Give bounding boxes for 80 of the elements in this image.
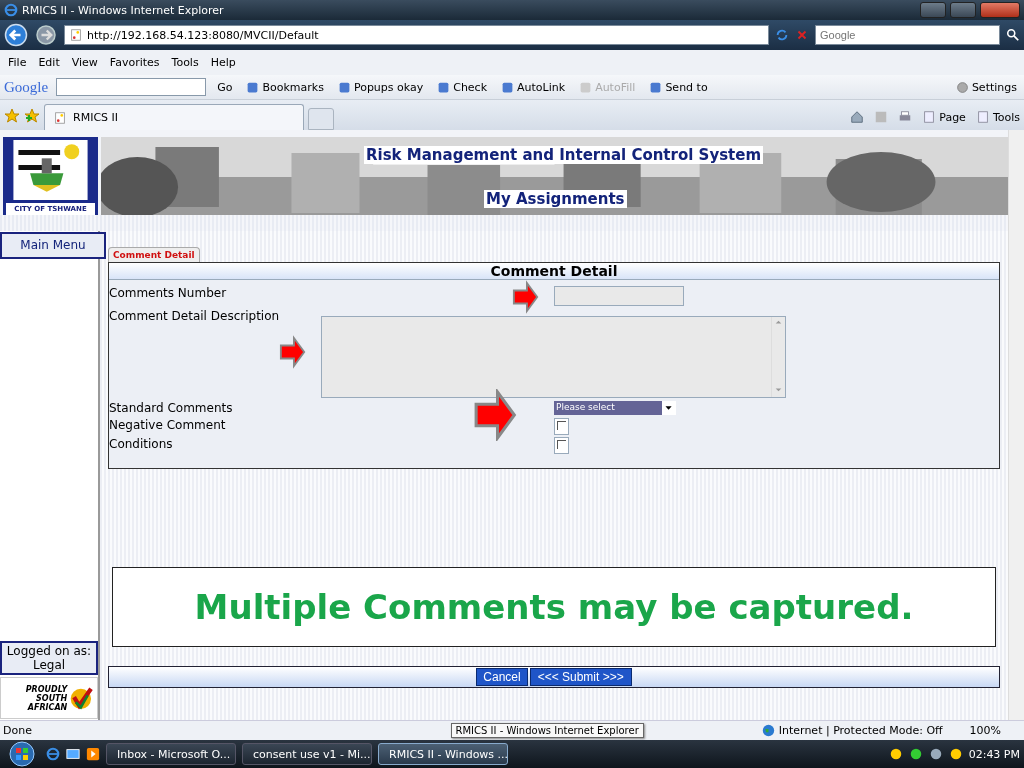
toolbar-button[interactable]: AutoLink	[498, 79, 569, 95]
minimize-button[interactable]	[920, 2, 946, 18]
menu-item[interactable]: File	[8, 56, 27, 69]
page-icon	[53, 110, 67, 125]
page-icon	[69, 28, 83, 42]
command-icon	[922, 110, 937, 124]
tray-icon[interactable]	[908, 747, 923, 761]
panel-title: Comment Detail	[109, 263, 999, 280]
back-button[interactable]	[4, 23, 28, 47]
command-button[interactable]: Tools	[975, 110, 1020, 124]
toolbar-button[interactable]: Check	[434, 79, 491, 95]
tray-icon[interactable]	[948, 747, 963, 761]
login-label: Logged on as:	[5, 644, 93, 658]
taskbar-button[interactable]: RMICS II - Windows ...	[378, 743, 508, 765]
window-title: RMICS II - Windows Internet Explorer	[22, 3, 225, 17]
settings-button[interactable]: Settings	[952, 79, 1020, 95]
field-label: Comment Detail Description	[109, 309, 281, 324]
desktop-icon[interactable]	[66, 747, 80, 761]
status-text: Done	[3, 724, 33, 737]
field-label: Comments Number	[109, 286, 228, 302]
browser-tab[interactable]: RMICS II	[44, 104, 304, 130]
refresh-icon[interactable]	[775, 28, 789, 42]
tray-icon[interactable]	[928, 747, 943, 761]
field-label: Standard Comments	[109, 401, 234, 417]
toolbar-search-field[interactable]	[56, 78, 207, 96]
command-button[interactable]: Page	[922, 110, 966, 124]
tool-icon	[579, 80, 593, 94]
banner-title: Risk Management and Internal Control System	[364, 146, 764, 164]
tooltip: RMICS II - Windows Internet Explorer	[450, 723, 644, 738]
close-button[interactable]	[980, 2, 1020, 18]
address-bar[interactable]: http://192.168.54.123:8080/MVCII/Default	[64, 25, 769, 45]
settings-icon	[955, 80, 969, 94]
main-menu-button[interactable]: Main Menu	[0, 232, 106, 259]
checkbox[interactable]	[554, 437, 569, 454]
menu-item[interactable]: Help	[210, 56, 236, 69]
zoom-level[interactable]: 100%	[969, 724, 1001, 737]
taskbar-button[interactable]: Inbox - Microsoft O...	[106, 743, 236, 765]
toolbar-button[interactable]: Send to	[646, 79, 711, 95]
field-label: Conditions	[109, 437, 174, 453]
menu-item[interactable]: Edit	[38, 56, 60, 69]
url-text: http://192.168.54.123:8080/MVCII/Default	[87, 28, 320, 42]
tool-icon	[246, 80, 260, 94]
badge-text: SOUTH AFRICAN	[26, 693, 68, 712]
clock: 02:43 PM	[968, 747, 1020, 761]
cancel-button[interactable]: Cancel	[476, 668, 528, 686]
field-label: Negative Comment	[109, 418, 227, 434]
search-icon[interactable]	[1006, 28, 1020, 42]
tool-icon	[649, 80, 663, 94]
menu-item[interactable]: View	[71, 56, 98, 69]
checkbox[interactable]	[554, 418, 569, 435]
tool-icon	[437, 80, 451, 94]
taskbar-button[interactable]: consent use v1 - Mi...	[242, 743, 372, 765]
menu-item[interactable]: Favorites	[109, 56, 160, 69]
media-icon[interactable]	[86, 747, 100, 761]
print-icon[interactable]	[898, 110, 913, 124]
banner-subtitle: My Assignments	[484, 190, 627, 208]
submit-button[interactable]: <<< Submit >>>	[529, 668, 632, 686]
search-field[interactable]: Google	[815, 25, 1000, 45]
forward-button[interactable]	[34, 23, 58, 47]
home-icon[interactable]	[850, 110, 865, 124]
tool-icon	[501, 80, 515, 94]
tray-icon[interactable]	[888, 747, 903, 761]
zone-text: Internet | Protected Mode: Off	[778, 724, 943, 737]
toolbar-button[interactable]: Bookmarks	[243, 79, 327, 95]
toolbar-button[interactable]: Popups okay	[334, 79, 427, 95]
form-tab[interactable]: Comment Detail	[108, 247, 200, 262]
command-icon	[975, 110, 990, 124]
go-button[interactable]: Go	[214, 79, 236, 95]
google-logo: Google	[4, 78, 49, 96]
text-field[interactable]	[554, 286, 684, 306]
tool-icon	[337, 80, 351, 94]
maximize-button[interactable]	[950, 2, 976, 18]
favorites-star-icon[interactable]	[4, 108, 20, 124]
stop-icon[interactable]	[795, 28, 809, 42]
callout-text: Multiple Comments may be captured.	[112, 567, 996, 647]
badge-text: PROUDLY	[24, 684, 68, 694]
login-user: Legal	[31, 658, 67, 672]
scrollbar[interactable]	[1008, 130, 1024, 720]
globe-icon	[761, 724, 775, 737]
menu-item[interactable]: Tools	[171, 56, 199, 69]
